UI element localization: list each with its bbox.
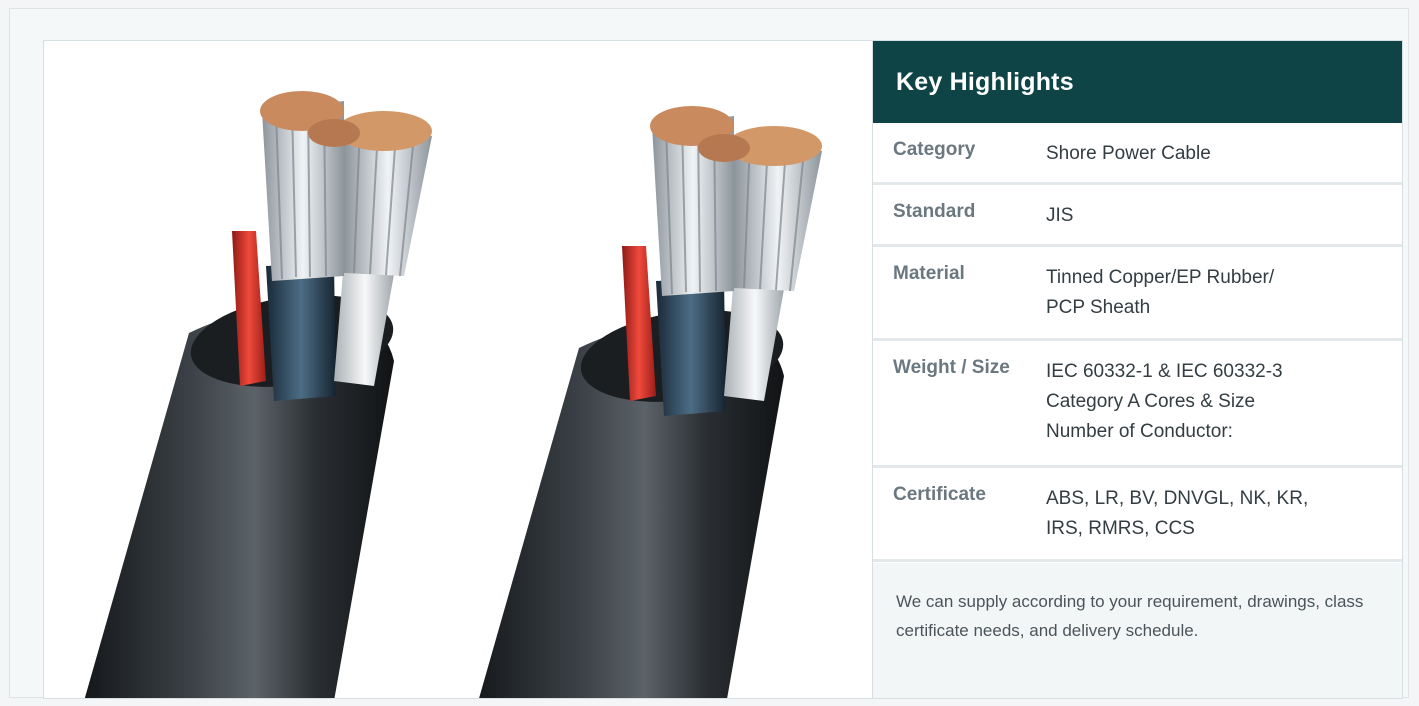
page-frame: Key Highlights Category Shore Power Cabl…	[9, 8, 1409, 699]
highlight-value: Tinned Copper/EP Rubber/ PCP Sheath	[1046, 263, 1402, 338]
highlights-title: Key Highlights	[896, 67, 1074, 96]
highlight-row-material: Material Tinned Copper/EP Rubber/ PCP Sh…	[873, 247, 1402, 341]
highlight-value: JIS	[1046, 201, 1402, 244]
highlights-header: Key Highlights	[873, 41, 1402, 123]
value-line: ABS, LR, BV, DNVGL, NK, KR,	[1046, 488, 1309, 509]
highlight-row-standard: Standard JIS	[873, 185, 1402, 247]
value-line: Number of Conductor:	[1046, 421, 1233, 442]
highlight-row-certificate: Certificate ABS, LR, BV, DNVGL, NK, KR, …	[873, 468, 1402, 562]
highlight-row-category: Category Shore Power Cable	[873, 123, 1402, 185]
value-line: Category A Cores & Size	[1046, 391, 1256, 412]
highlight-label: Standard	[893, 201, 976, 222]
product-card: Key Highlights Category Shore Power Cabl…	[43, 40, 1403, 699]
value-line: Shore Power Cable	[1046, 143, 1211, 164]
product-image	[44, 41, 873, 698]
highlights-table: Category Shore Power Cable Standard JIS …	[873, 123, 1402, 562]
highlight-label: Certificate	[893, 484, 986, 505]
highlight-value: Shore Power Cable	[1046, 139, 1402, 182]
value-line: IEC 60332-1 & IEC 60332-3	[1046, 361, 1283, 382]
value-line: PCP Sheath	[1046, 297, 1151, 318]
highlight-label: Category	[893, 139, 976, 160]
supply-note: We can supply according to your requirem…	[873, 563, 1402, 698]
value-line: Tinned Copper/EP Rubber/	[1046, 267, 1275, 288]
highlight-label: Material	[893, 263, 965, 284]
highlights-panel: Key Highlights Category Shore Power Cabl…	[873, 41, 1402, 698]
value-line: IRS, RMRS, CCS	[1046, 518, 1195, 539]
value-line: JIS	[1046, 205, 1074, 226]
highlight-row-weight-size: Weight / Size IEC 60332-1 & IEC 60332-3 …	[873, 341, 1402, 468]
highlight-value: ABS, LR, BV, DNVGL, NK, KR, IRS, RMRS, C…	[1046, 484, 1402, 559]
highlight-label: Weight / Size	[893, 357, 1010, 378]
highlight-value: IEC 60332-1 & IEC 60332-3 Category A Cor…	[1046, 357, 1402, 465]
